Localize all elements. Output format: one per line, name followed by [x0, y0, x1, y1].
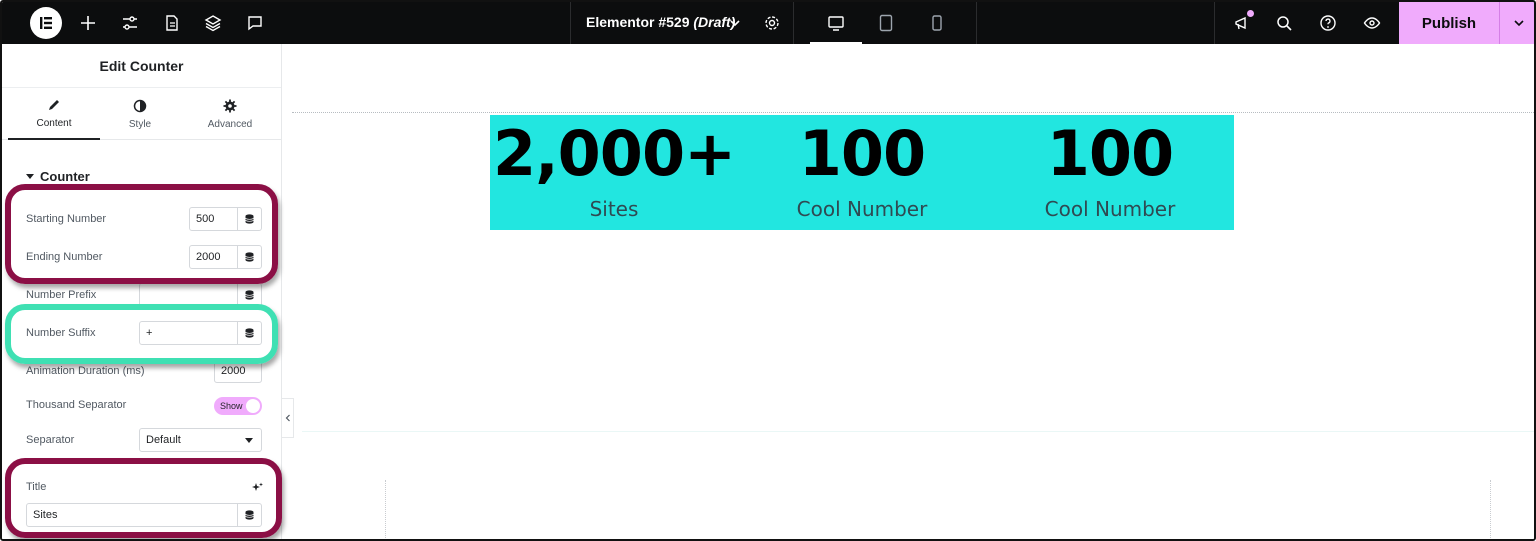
column-guide	[385, 480, 386, 538]
counter-widget[interactable]: 100 Cool Number	[738, 115, 986, 230]
divider	[976, 2, 977, 44]
preview-eye-icon[interactable]	[1361, 12, 1383, 34]
counter-title: Cool Number	[1044, 197, 1176, 221]
panel-tabs: Content Style Advanced	[2, 88, 281, 140]
number-prefix-input[interactable]	[139, 283, 262, 307]
counter-number: 2,000+	[492, 117, 736, 190]
counter-number: 100	[798, 117, 926, 190]
page-settings-icon[interactable]	[161, 12, 183, 34]
number-suffix-input[interactable]: +	[139, 321, 262, 345]
ending-number-input[interactable]: 2000	[189, 245, 262, 269]
separator-select[interactable]: Default	[139, 428, 262, 452]
field-label: Number Prefix	[26, 289, 97, 301]
publish-options-button[interactable]	[1499, 2, 1534, 44]
section-boundary	[302, 431, 1534, 432]
animation-duration-input[interactable]: 2000	[214, 359, 262, 383]
tab-style[interactable]: Style	[94, 88, 186, 140]
publish-button[interactable]: Publish	[1399, 2, 1499, 44]
starting-number-input[interactable]: 500	[189, 207, 262, 231]
counter-widget[interactable]: 100 Cool Number	[986, 115, 1234, 230]
divider	[793, 2, 794, 44]
half-circle-icon	[133, 99, 147, 112]
input-value: 2000	[196, 251, 221, 263]
gear-icon	[223, 99, 237, 112]
tab-content[interactable]: Content	[8, 88, 100, 140]
panel-title: Edit Counter	[2, 44, 281, 88]
notes-comment-icon[interactable]	[244, 12, 266, 34]
caret-down-icon	[245, 438, 253, 443]
dynamic-tags-icon[interactable]	[237, 284, 261, 306]
counter-number: 100	[1046, 117, 1174, 190]
counter-title: Sites	[589, 197, 639, 221]
help-icon[interactable]	[1317, 12, 1339, 34]
document-title[interactable]: Elementor #529 (Draft)	[586, 14, 735, 30]
dynamic-tags-icon[interactable]	[237, 208, 261, 230]
field-label: Thousand Separator	[26, 399, 127, 411]
tablet-icon[interactable]	[875, 12, 897, 34]
toggle-knob	[246, 399, 260, 413]
dynamic-tags-icon[interactable]	[237, 322, 261, 344]
tab-label: Style	[128, 118, 152, 130]
counter-section[interactable]: 2,000+ Sites 100 Cool Number 100 Cool Nu…	[490, 115, 1234, 230]
app-frame: Elementor #529 (Draft) Publish 2,000+ Si…	[0, 0, 1536, 541]
tab-label: Content	[36, 117, 72, 129]
site-settings-icon[interactable]	[119, 12, 141, 34]
document-name: Elementor #529	[586, 14, 690, 30]
search-icon[interactable]	[1273, 12, 1295, 34]
tab-label: Advanced	[207, 118, 253, 130]
section-boundary	[292, 112, 1534, 113]
add-element-icon[interactable]	[77, 12, 99, 34]
select-value: Default	[146, 434, 181, 446]
input-value: 2000	[221, 365, 246, 377]
toggle-label: Show	[220, 401, 243, 411]
mobile-icon[interactable]	[926, 12, 948, 34]
counter-title: Cool Number	[796, 197, 928, 221]
thousand-separator-toggle[interactable]: Show	[214, 397, 262, 415]
field-label: Separator	[26, 434, 75, 446]
section-title: Counter	[40, 169, 90, 184]
title-input[interactable]: Sites	[26, 503, 262, 527]
tab-advanced[interactable]: Advanced	[184, 88, 276, 140]
field-label: Ending Number	[26, 251, 103, 263]
notification-dot	[1247, 10, 1254, 17]
divider	[570, 2, 571, 44]
dynamic-tags-icon[interactable]	[237, 246, 261, 268]
field-label: Number Suffix	[26, 327, 96, 339]
input-value: 500	[196, 213, 215, 225]
document-settings-gear-icon[interactable]	[761, 12, 783, 34]
top-bar: Elementor #529 (Draft) Publish	[2, 2, 1534, 44]
field-label: Title	[26, 481, 47, 493]
chevron-down-icon	[1514, 20, 1524, 27]
caret-down-icon	[26, 174, 34, 179]
structure-layers-icon[interactable]	[202, 12, 224, 34]
field-label: Animation Duration (ms)	[26, 365, 145, 377]
ai-sparkle-icon[interactable]	[251, 481, 263, 493]
section-counter-toggle[interactable]: Counter	[26, 169, 90, 184]
divider	[1214, 2, 1215, 44]
pencil-icon	[49, 99, 59, 110]
dynamic-tags-icon[interactable]	[237, 504, 261, 526]
input-value: Sites	[33, 509, 58, 521]
chevron-down-icon[interactable]	[724, 12, 746, 34]
field-label: Starting Number	[26, 213, 107, 225]
chevron-left-icon	[285, 414, 290, 422]
collapse-panel-button[interactable]	[282, 398, 294, 438]
desktop-icon[interactable]	[825, 12, 847, 34]
input-value: +	[146, 327, 153, 339]
counter-widget[interactable]: 2,000+ Sites	[490, 115, 738, 230]
elementor-logo-icon	[40, 17, 52, 29]
elementor-logo[interactable]	[30, 7, 62, 39]
column-guide	[1490, 480, 1491, 538]
